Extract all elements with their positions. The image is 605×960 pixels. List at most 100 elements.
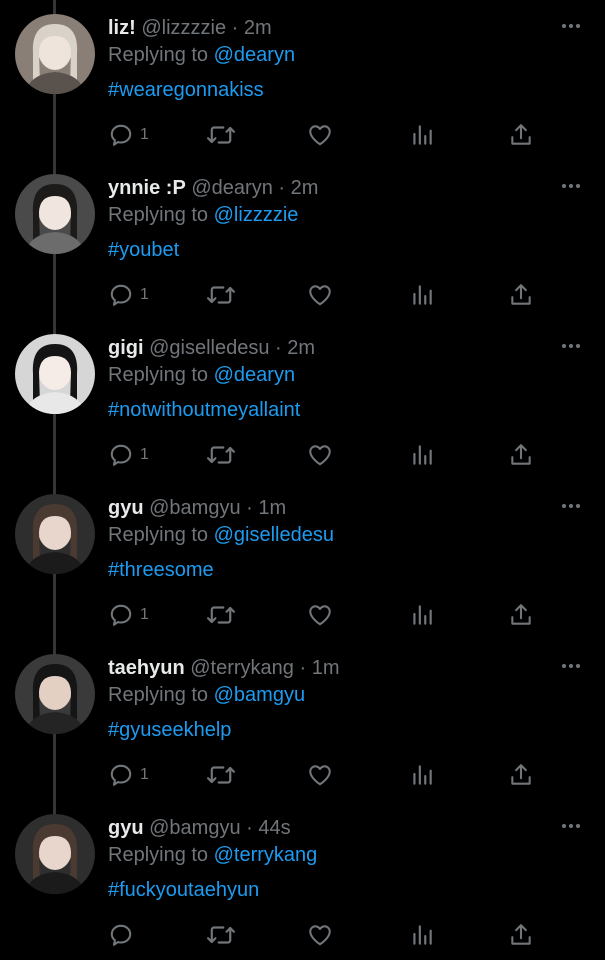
timestamp[interactable]: 2m — [287, 337, 315, 359]
like-button[interactable] — [307, 602, 333, 628]
retweet-button[interactable] — [206, 122, 236, 148]
timestamp[interactable]: 2m — [291, 177, 319, 199]
more-icon[interactable] — [559, 658, 583, 674]
replying-to-mention[interactable]: @bamgyu — [214, 684, 305, 706]
replying-to-line: Replying to @dearyn — [108, 363, 295, 387]
display-name[interactable]: gyu — [108, 497, 144, 519]
user-handle[interactable]: @lizzzzie — [141, 17, 226, 39]
tweet[interactable]: gyu @bamgyu · 1m Replying to @giselledes… — [0, 480, 605, 640]
reply-button[interactable] — [108, 922, 140, 948]
tweet[interactable]: gigi @giselledesu · 2m Replying to @dear… — [0, 320, 605, 480]
separator-dot: · — [246, 497, 253, 519]
tweet-header: taehyun @terrykang · 1m — [108, 656, 340, 680]
user-handle[interactable]: @dearyn — [191, 177, 272, 199]
tweet-hashtag[interactable]: #threesome — [108, 558, 214, 582]
share-icon — [508, 762, 534, 788]
share-button[interactable] — [508, 762, 534, 788]
tweet-hashtag[interactable]: #wearegonnakiss — [108, 78, 264, 102]
like-button[interactable] — [307, 442, 333, 468]
heart-icon — [307, 922, 333, 948]
more-icon[interactable] — [559, 338, 583, 354]
reply-button[interactable]: 1 — [108, 442, 149, 468]
heart-icon — [307, 762, 333, 788]
views-button[interactable] — [409, 762, 435, 788]
retweet-button[interactable] — [206, 762, 236, 788]
replying-to-mention[interactable]: @dearyn — [214, 44, 295, 66]
retweet-button[interactable] — [206, 282, 236, 308]
tweet-hashtag[interactable]: #fuckyoutaehyun — [108, 878, 259, 902]
avatar[interactable] — [15, 494, 95, 574]
reply-count: 1 — [140, 286, 149, 303]
replying-to-line: Replying to @dearyn — [108, 43, 295, 67]
retweet-icon — [206, 762, 236, 788]
tweet-header: gyu @bamgyu · 1m — [108, 496, 286, 520]
avatar[interactable] — [15, 814, 95, 894]
replying-to-label: Replying to — [108, 44, 209, 66]
more-icon[interactable] — [559, 18, 583, 34]
replying-to-line: Replying to @giselledesu — [108, 523, 334, 547]
retweet-icon — [206, 282, 236, 308]
timestamp[interactable]: 1m — [312, 657, 340, 679]
more-icon[interactable] — [559, 818, 583, 834]
share-button[interactable] — [508, 922, 534, 948]
more-icon[interactable] — [559, 178, 583, 194]
retweet-button[interactable] — [206, 442, 236, 468]
avatar[interactable] — [15, 654, 95, 734]
user-handle[interactable]: @terrykang — [190, 657, 294, 679]
display-name[interactable]: liz! — [108, 17, 136, 39]
share-button[interactable] — [508, 282, 534, 308]
retweet-button[interactable] — [206, 922, 236, 948]
separator-dot: · — [278, 177, 286, 199]
display-name[interactable]: gigi — [108, 337, 144, 359]
replying-to-mention[interactable]: @terrykang — [214, 844, 318, 866]
tweet-hashtag[interactable]: #notwithoutmeyallaint — [108, 398, 300, 422]
like-button[interactable] — [307, 282, 333, 308]
share-icon — [508, 122, 534, 148]
reply-button[interactable]: 1 — [108, 602, 149, 628]
like-button[interactable] — [307, 762, 333, 788]
views-button[interactable] — [409, 122, 435, 148]
like-button[interactable] — [307, 122, 333, 148]
tweet[interactable]: gyu @bamgyu · 44s Replying to @terrykang… — [0, 800, 605, 960]
replying-to-mention[interactable]: @lizzzzie — [214, 204, 299, 226]
reply-button[interactable]: 1 — [108, 762, 149, 788]
replying-to-mention[interactable]: @dearyn — [214, 364, 295, 386]
user-handle[interactable]: @bamgyu — [149, 817, 240, 839]
like-button[interactable] — [307, 922, 333, 948]
avatar[interactable] — [15, 334, 95, 414]
more-icon[interactable] — [559, 498, 583, 514]
display-name[interactable]: gyu — [108, 817, 144, 839]
views-button[interactable] — [409, 282, 435, 308]
views-button[interactable] — [409, 922, 435, 948]
user-handle[interactable]: @giselledesu — [149, 337, 269, 359]
replying-to-label: Replying to — [108, 844, 209, 866]
tweet[interactable]: ynnie :P @dearyn · 2m Replying to @lizzz… — [0, 160, 605, 320]
retweet-button[interactable] — [206, 602, 236, 628]
display-name[interactable]: ynnie :P — [108, 177, 186, 199]
heart-icon — [307, 602, 333, 628]
timestamp[interactable]: 1m — [258, 497, 286, 519]
tweet[interactable]: taehyun @terrykang · 1m Replying to @bam… — [0, 640, 605, 800]
timestamp[interactable]: 44s — [258, 817, 290, 839]
tweet-actions: 1 — [108, 762, 548, 788]
views-button[interactable] — [409, 602, 435, 628]
tweet-hashtag[interactable]: #youbet — [108, 238, 179, 262]
reply-button[interactable]: 1 — [108, 122, 149, 148]
display-name[interactable]: taehyun — [108, 657, 185, 679]
user-handle[interactable]: @bamgyu — [149, 497, 240, 519]
reply-icon — [108, 602, 134, 628]
separator-dot: · — [275, 337, 282, 359]
timestamp[interactable]: 2m — [244, 17, 272, 39]
tweet-header: gigi @giselledesu · 2m — [108, 336, 315, 360]
share-button[interactable] — [508, 442, 534, 468]
views-icon — [409, 922, 435, 948]
reply-button[interactable]: 1 — [108, 282, 149, 308]
avatar[interactable] — [15, 174, 95, 254]
tweet-hashtag[interactable]: #gyuseekhelp — [108, 718, 231, 742]
tweet[interactable]: liz! @lizzzzie · 2m Replying to @dearyn … — [0, 0, 605, 160]
share-button[interactable] — [508, 122, 534, 148]
share-button[interactable] — [508, 602, 534, 628]
views-button[interactable] — [409, 442, 435, 468]
avatar[interactable] — [15, 14, 95, 94]
replying-to-mention[interactable]: @giselledesu — [214, 524, 334, 546]
